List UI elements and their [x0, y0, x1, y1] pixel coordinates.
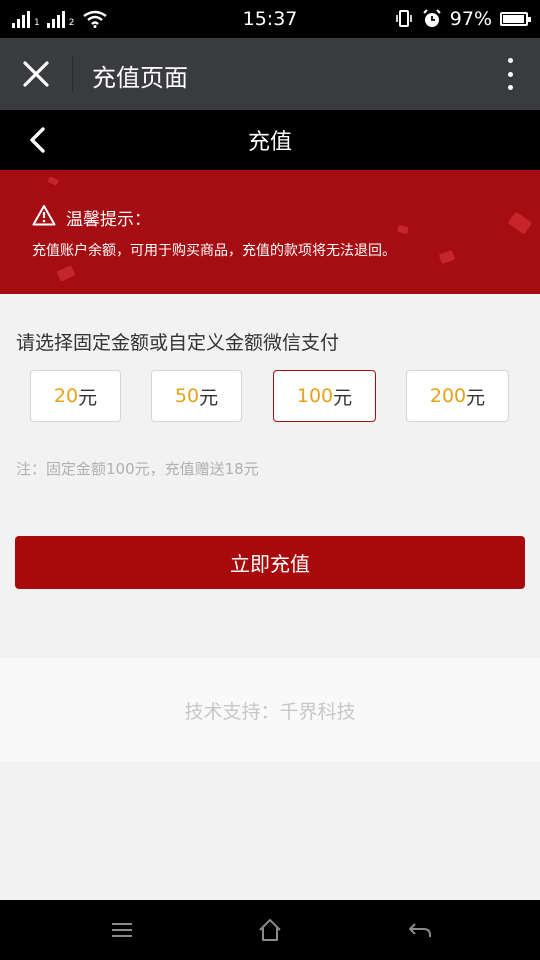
warning-icon — [32, 205, 56, 226]
header-divider — [72, 56, 73, 92]
back-icon[interactable] — [406, 916, 434, 944]
amount-option-50[interactable]: 50 元 — [151, 370, 242, 422]
notice-title: 温馨提示： — [66, 210, 151, 230]
app-header: 充值页面 — [0, 38, 540, 110]
recharge-now-button[interactable]: 立即充值 — [15, 536, 525, 589]
amount-unit: 元 — [466, 386, 486, 409]
red-envelope-decoration — [56, 265, 76, 282]
system-nav-bar — [0, 900, 540, 960]
amount-instruction: 请选择固定金额或自定义金额微信支付 — [16, 332, 340, 354]
vibrate-icon — [395, 10, 412, 27]
status-bar: 1 2 15:37 97% — [0, 0, 540, 38]
battery-percent: 97% — [449, 8, 492, 30]
more-menu-icon[interactable] — [504, 58, 516, 90]
amount-option-20[interactable]: 20 元 — [30, 370, 121, 422]
amount-option-100[interactable]: 100 元 — [273, 370, 376, 422]
menu-icon[interactable] — [108, 916, 136, 944]
amount-unit: 元 — [333, 386, 353, 409]
amount-value: 200 — [429, 385, 467, 407]
amount-option-200[interactable]: 200 元 — [406, 370, 509, 422]
amount-value: 100 — [296, 385, 334, 407]
alarm-icon — [423, 9, 441, 27]
support-text: 技术支持：千界科技 — [184, 700, 356, 723]
tech-support-footer: 技术支持：千界科技 — [0, 658, 540, 762]
battery-icon — [500, 12, 531, 26]
red-envelope-decoration — [507, 211, 533, 235]
notice-banner: 温馨提示： 充值账户余额，可用于购买商品，充值的款项将无法退回。 — [0, 170, 540, 294]
red-envelope-decoration — [47, 176, 59, 186]
red-envelope-decoration — [397, 224, 409, 235]
bonus-note: 注：固定金额100元，充值赠送18元 — [16, 460, 259, 478]
amount-value: 20 — [53, 385, 79, 407]
page-background — [0, 762, 540, 900]
page-nav: 充值 — [0, 110, 540, 170]
close-icon[interactable] — [18, 56, 54, 92]
app-title: 充值页面 — [92, 64, 188, 92]
red-envelope-decoration — [438, 249, 456, 265]
recharge-form: 请选择固定金额或自定义金额微信支付 20 元 50 元 100 元 200 元 注：固定… — [0, 294, 540, 658]
amount-value: 50 — [174, 385, 200, 407]
page-title: 充值 — [247, 130, 292, 155]
amount-unit: 元 — [78, 386, 98, 409]
home-icon[interactable] — [256, 916, 284, 944]
amount-unit: 元 — [199, 386, 219, 409]
notice-text: 充值账户余额，可用于购买商品，充值的款项将无法退回。 — [32, 243, 396, 259]
